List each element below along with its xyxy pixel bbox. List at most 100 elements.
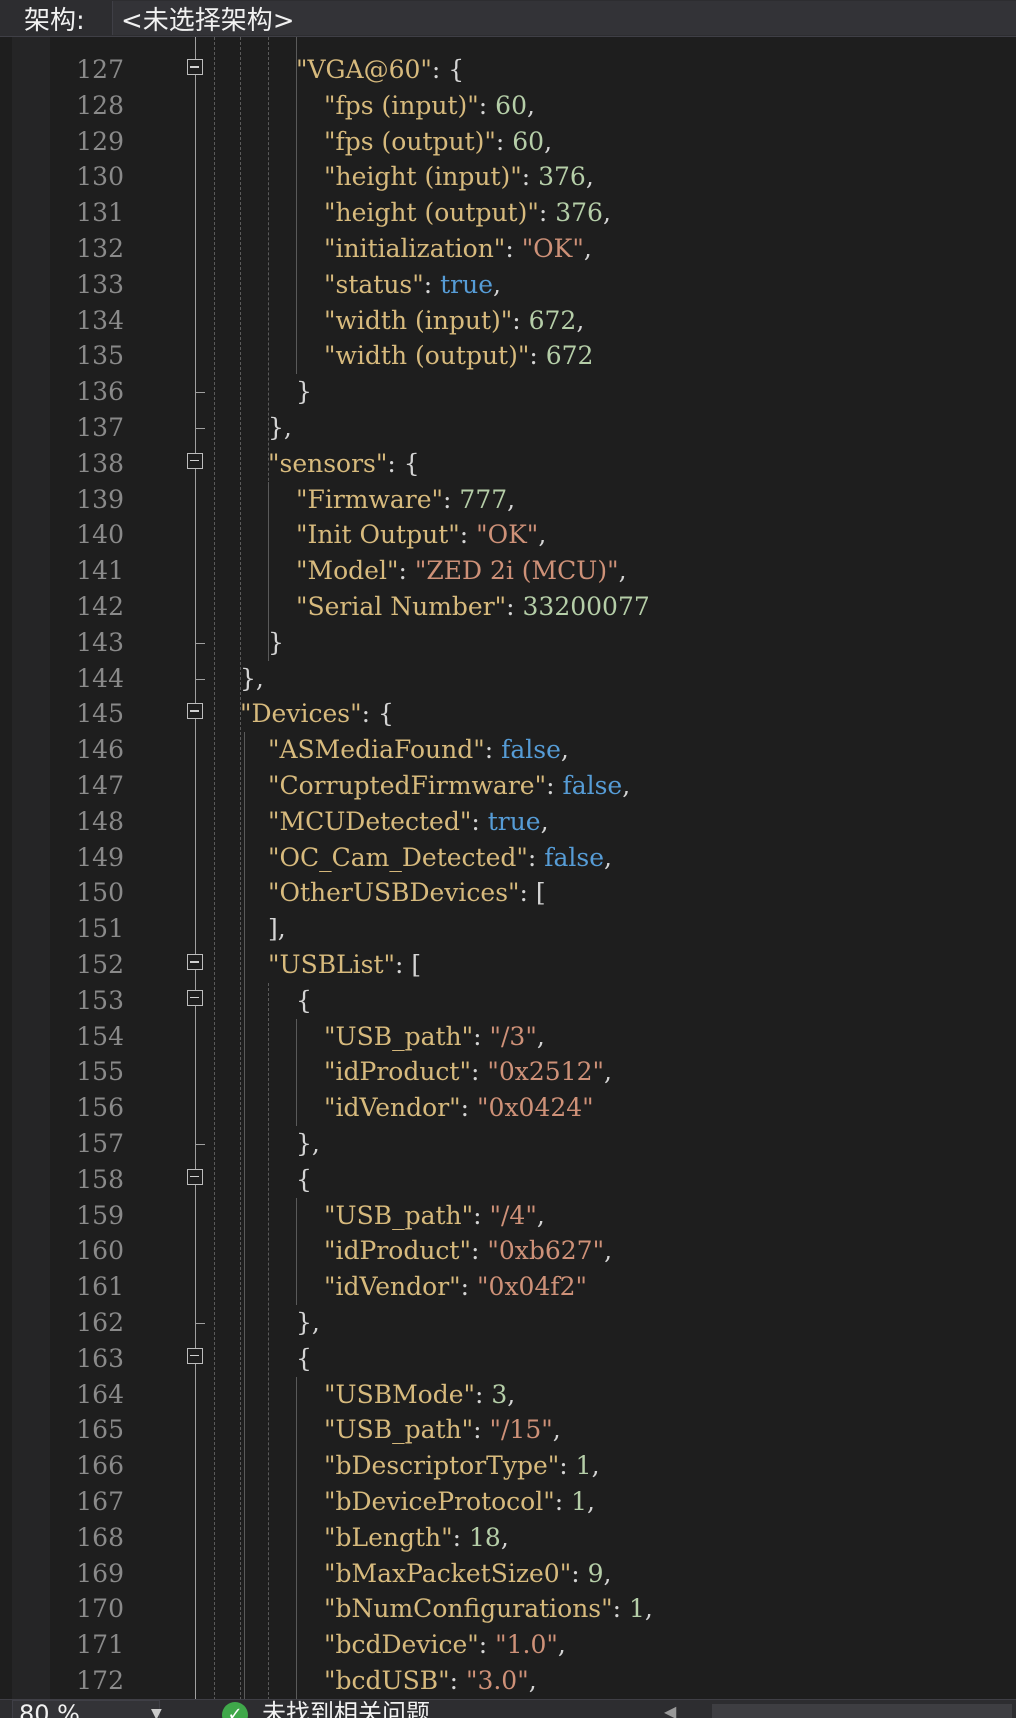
code-line[interactable]: 134 "width (input)": 672, bbox=[0, 303, 1016, 339]
code-text[interactable]: "bNumConfigurations": 1, bbox=[324, 1591, 653, 1627]
collapse-toggle-icon[interactable] bbox=[187, 452, 203, 469]
editor-pane[interactable]: 127 "VGA@60": {128 "fps (input)": 60, 129 "f… bbox=[0, 37, 1016, 1699]
code-text[interactable]: "bcdDevice": "1.0", bbox=[324, 1627, 566, 1663]
collapse-toggle-icon[interactable] bbox=[187, 989, 203, 1006]
code-line[interactable]: 146 "ASMediaFound": false, bbox=[0, 732, 1016, 768]
code-text[interactable]: "USBMode": 3, bbox=[324, 1377, 515, 1413]
code-line[interactable]: 150 "OtherUSBDevices": [ bbox=[0, 875, 1016, 911]
code-text[interactable]: "Serial Number": 33200077 bbox=[296, 589, 650, 625]
code-text[interactable]: "OC_Cam_Detected": false, bbox=[268, 840, 612, 876]
code-line[interactable]: 135 "width (output)": 672 bbox=[0, 338, 1016, 374]
code-line[interactable]: 171 "bcdDevice": "1.0", bbox=[0, 1627, 1016, 1663]
code-line[interactable]: 153 { bbox=[0, 983, 1016, 1019]
code-line[interactable]: 147 "CorruptedFirmware": false, bbox=[0, 768, 1016, 804]
code-text[interactable]: "CorruptedFirmware": false, bbox=[268, 768, 630, 804]
code-text[interactable]: "idVendor": "0x04f2" bbox=[324, 1269, 587, 1305]
code-line[interactable]: 166 "bDescriptorType": 1, bbox=[0, 1448, 1016, 1484]
code-line[interactable]: 160 "idProduct": "0xb627", bbox=[0, 1233, 1016, 1269]
code-text[interactable]: "MCUDetected": true, bbox=[268, 804, 549, 840]
code-line[interactable]: 138 "sensors": { bbox=[0, 446, 1016, 482]
code-line[interactable]: 169 "bMaxPacketSize0": 9, bbox=[0, 1556, 1016, 1592]
code-line[interactable]: 141 "Model": "ZED 2i (MCU)", bbox=[0, 553, 1016, 589]
code-text[interactable]: "bDeviceProtocol": 1, bbox=[324, 1484, 595, 1520]
code-text[interactable]: "USB_path": "/4", bbox=[324, 1198, 545, 1234]
code-text[interactable]: "width (output)": 672 bbox=[324, 338, 593, 374]
collapse-toggle-icon[interactable] bbox=[187, 1347, 203, 1364]
code-line[interactable]: 152 "USBList": [ bbox=[0, 947, 1016, 983]
code-line[interactable]: 162}, bbox=[0, 1305, 1016, 1341]
code-line[interactable]: 167 "bDeviceProtocol": 1, bbox=[0, 1484, 1016, 1520]
code-line[interactable]: 136} bbox=[0, 374, 1016, 410]
code-text[interactable]: "bcdUSB": "3.0", bbox=[324, 1663, 537, 1699]
code-line[interactable]: 142 "Serial Number": 33200077 bbox=[0, 589, 1016, 625]
code-text[interactable]: "bMaxPacketSize0": 9, bbox=[324, 1556, 611, 1592]
code-line[interactable]: 130 "height (input)": 376, bbox=[0, 159, 1016, 195]
code-text[interactable]: }, bbox=[268, 410, 292, 446]
code-line[interactable]: 128 "fps (input)": 60, bbox=[0, 88, 1016, 124]
code-text[interactable]: "sensors": { bbox=[268, 446, 420, 482]
code-text[interactable]: "VGA@60": { bbox=[296, 52, 464, 88]
code-text[interactable]: "Init Output": "OK", bbox=[296, 517, 546, 553]
code-line[interactable]: 131 "height (output)": 376, bbox=[0, 195, 1016, 231]
code-text[interactable]: { bbox=[296, 983, 312, 1019]
code-text[interactable]: "idVendor": "0x0424" bbox=[324, 1090, 594, 1126]
collapse-toggle-icon[interactable] bbox=[187, 1168, 203, 1185]
code-line[interactable]: 137}, bbox=[0, 410, 1016, 446]
code-text[interactable]: }, bbox=[240, 661, 264, 697]
code-text[interactable]: { bbox=[296, 1162, 312, 1198]
code-text[interactable]: }, bbox=[296, 1305, 320, 1341]
code-line[interactable]: 158 { bbox=[0, 1162, 1016, 1198]
code-text[interactable]: "bDescriptorType": 1, bbox=[324, 1448, 600, 1484]
code-text[interactable]: "fps (output)": 60, bbox=[324, 124, 552, 160]
collapse-toggle-icon[interactable] bbox=[187, 703, 203, 720]
code-line[interactable]: 157}, bbox=[0, 1126, 1016, 1162]
code-text[interactable]: "idProduct": "0x2512", bbox=[324, 1054, 612, 1090]
code-line[interactable]: 159 "USB_path": "/4", bbox=[0, 1198, 1016, 1234]
code-line[interactable]: 143} bbox=[0, 625, 1016, 661]
architecture-dropdown[interactable]: <未选择架构> bbox=[112, 1, 1016, 36]
code-line[interactable]: 140 "Init Output": "OK", bbox=[0, 517, 1016, 553]
code-text[interactable]: "Devices": { bbox=[240, 696, 394, 732]
code-line[interactable]: 154 "USB_path": "/3", bbox=[0, 1019, 1016, 1055]
code-text[interactable]: "ASMediaFound": false, bbox=[268, 732, 569, 768]
collapse-toggle-icon[interactable] bbox=[187, 954, 203, 970]
code-text[interactable]: } bbox=[268, 625, 284, 661]
code-text[interactable]: "width (input)": 672, bbox=[324, 303, 584, 339]
code-text[interactable]: "USBList": [ bbox=[268, 947, 421, 983]
code-line[interactable]: 149 "OC_Cam_Detected": false, bbox=[0, 840, 1016, 876]
issues-status[interactable]: 未找到相关问题 bbox=[262, 1700, 430, 1718]
code-line[interactable]: 139 "Firmware": 777, bbox=[0, 482, 1016, 518]
code-text[interactable]: "bLength": 18, bbox=[324, 1520, 509, 1556]
code-line[interactable]: 133 "status": true, bbox=[0, 267, 1016, 303]
code-text[interactable]: "USB_path": "/3", bbox=[324, 1019, 545, 1055]
code-text[interactable]: }, bbox=[296, 1126, 320, 1162]
code-line[interactable]: 172 "bcdUSB": "3.0", bbox=[0, 1663, 1016, 1699]
code-text[interactable]: "fps (input)": 60, bbox=[324, 88, 535, 124]
code-text[interactable]: } bbox=[296, 374, 312, 410]
code-text[interactable]: "height (input)": 376, bbox=[324, 159, 594, 195]
zoom-dropdown[interactable]: 80 % ▼ bbox=[12, 1700, 162, 1718]
code-line[interactable]: 163 { bbox=[0, 1341, 1016, 1377]
code-line[interactable]: 165 "USB_path": "/15", bbox=[0, 1412, 1016, 1448]
code-line[interactable]: 148 "MCUDetected": true, bbox=[0, 804, 1016, 840]
code-text[interactable]: "Firmware": 777, bbox=[296, 482, 515, 518]
code-text[interactable]: "status": true, bbox=[324, 267, 501, 303]
code-line[interactable]: 161 "idVendor": "0x04f2" bbox=[0, 1269, 1016, 1305]
code-line[interactable]: 170 "bNumConfigurations": 1, bbox=[0, 1591, 1016, 1627]
code-text[interactable]: "height (output)": 376, bbox=[324, 195, 611, 231]
horizontal-scrollbar[interactable] bbox=[712, 1704, 1012, 1718]
code-line[interactable]: 145 "Devices": { bbox=[0, 696, 1016, 732]
code-line[interactable]: 151], bbox=[0, 911, 1016, 947]
code-line[interactable]: 168 "bLength": 18, bbox=[0, 1520, 1016, 1556]
scroll-left-icon[interactable]: ◀ bbox=[664, 1702, 676, 1718]
code-text[interactable]: "initialization": "OK", bbox=[324, 231, 592, 267]
code-text[interactable]: "USB_path": "/15", bbox=[324, 1412, 561, 1448]
code-text[interactable]: ], bbox=[268, 911, 286, 947]
code-line[interactable]: 132 "initialization": "OK", bbox=[0, 231, 1016, 267]
collapse-toggle-icon[interactable] bbox=[187, 59, 203, 75]
code-text[interactable]: "Model": "ZED 2i (MCU)", bbox=[296, 553, 627, 589]
code-line[interactable]: 164 "USBMode": 3, bbox=[0, 1377, 1016, 1413]
code-line[interactable]: 129 "fps (output)": 60, bbox=[0, 124, 1016, 160]
code-line[interactable]: 156 "idVendor": "0x0424" bbox=[0, 1090, 1016, 1126]
code-line[interactable]: 155 "idProduct": "0x2512", bbox=[0, 1054, 1016, 1090]
